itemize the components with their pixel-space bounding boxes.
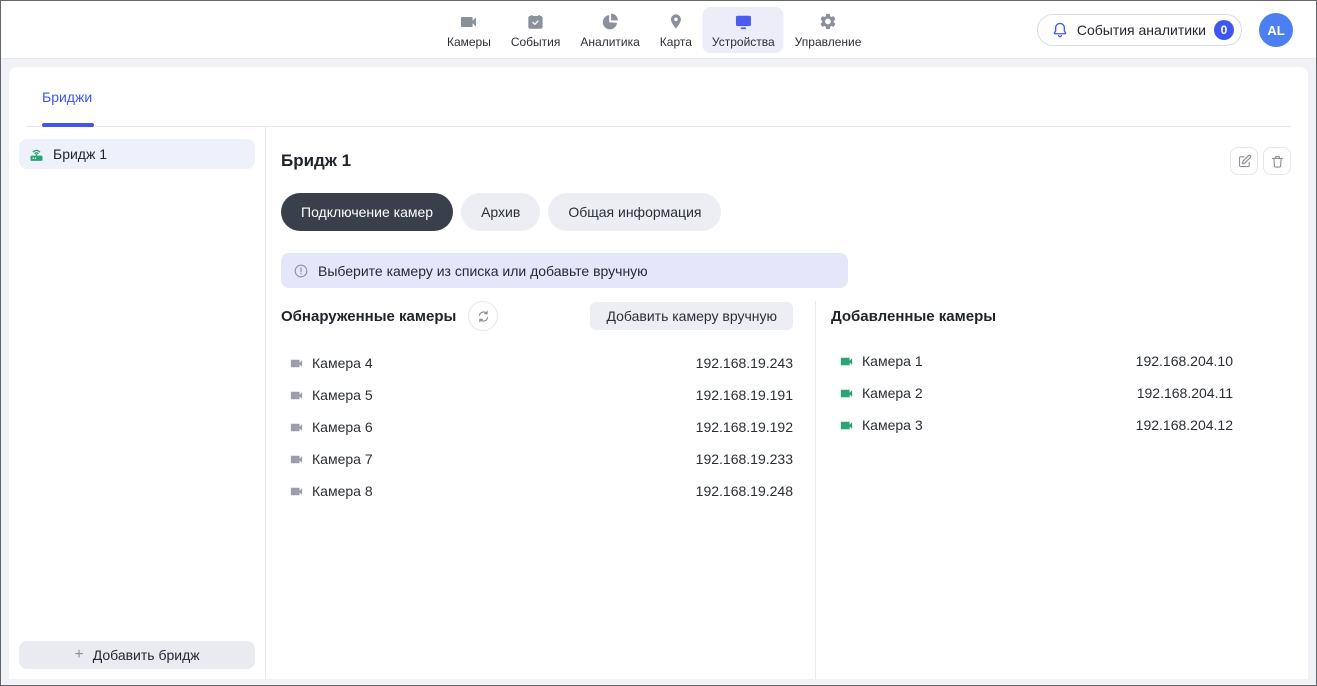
edit-bridge-button[interactable] [1230, 147, 1258, 175]
camera-icon [289, 388, 304, 403]
add-bridge-button[interactable]: + Добавить бридж [19, 641, 255, 669]
camera-row[interactable]: Камера 6 192.168.19.192 [281, 411, 793, 443]
nav-label: Карта [660, 35, 692, 49]
map-pin-icon [667, 12, 684, 32]
pie-chart-icon [601, 12, 620, 32]
edit-icon [1237, 154, 1252, 169]
trash-icon [1270, 154, 1285, 169]
sidebar-item-bridge-1[interactable]: Бридж 1 [19, 139, 255, 169]
analytics-events-button[interactable]: События аналитики 0 [1037, 14, 1242, 46]
add-camera-manually-button[interactable]: Добавить камеру вручную [590, 302, 793, 330]
tab-general-info[interactable]: Общая информация [548, 193, 721, 231]
add-bridge-label: Добавить бридж [93, 647, 200, 663]
camera-name: Камера 2 [862, 385, 923, 401]
top-bar: Камеры События Аналитика Карта Устройств [1, 1, 1316, 59]
camera-name: Камера 1 [862, 353, 923, 369]
camera-icon [289, 484, 304, 499]
tab-archive[interactable]: Архив [461, 193, 540, 231]
videocam-icon [459, 12, 479, 32]
avatar[interactable]: AL [1259, 13, 1293, 47]
tab-camera-connection[interactable]: Подключение камер [281, 193, 453, 231]
gear-icon [819, 12, 838, 32]
camera-row[interactable]: Камера 8 192.168.19.248 [281, 475, 793, 507]
nav-item-management[interactable]: Управление [786, 7, 871, 53]
nav-label: Управление [795, 35, 862, 49]
added-heading: Добавленные камеры [831, 308, 996, 325]
camera-icon [839, 386, 854, 401]
camera-name: Камера 3 [862, 417, 923, 433]
camera-ip: 192.168.19.243 [696, 355, 793, 371]
page-title: Бридж 1 [281, 151, 351, 171]
nav-label: События [511, 35, 561, 49]
info-banner-text: Выберите камеру из списка или добавьте в… [318, 263, 648, 279]
sidebar-item-label: Бридж 1 [53, 146, 107, 162]
nav-item-devices[interactable]: Устройства [703, 7, 784, 53]
info-banner: Выберите камеру из списка или добавьте в… [281, 253, 848, 288]
added-cameras-section: Добавленные камеры Камера 1 192.168.204.… [816, 301, 1291, 679]
camera-name: Камера 8 [312, 483, 373, 499]
added-camera-list: Камера 1 192.168.204.10 Камера 2 192.168… [831, 345, 1233, 441]
title-actions [1230, 147, 1291, 175]
delete-bridge-button[interactable] [1263, 147, 1291, 175]
nav-label: Камеры [447, 35, 491, 49]
main-panel: Бриджи Бридж 1 + Добавить бридж Бридж 1 [9, 67, 1308, 679]
refresh-icon [476, 309, 491, 324]
nav-item-analytics[interactable]: Аналитика [571, 7, 648, 53]
camera-ip: 192.168.19.233 [696, 451, 793, 467]
tab-bridges[interactable]: Бриджи [42, 67, 92, 127]
camera-icon [289, 420, 304, 435]
camera-ip: 192.168.204.12 [1136, 417, 1233, 433]
info-icon [293, 263, 309, 279]
camera-row[interactable]: Камера 4 192.168.19.243 [281, 347, 793, 379]
camera-row[interactable]: Камера 5 192.168.19.191 [281, 379, 793, 411]
camera-name: Камера 4 [312, 355, 373, 371]
camera-ip: 192.168.204.10 [1136, 353, 1233, 369]
camera-icon [839, 354, 854, 369]
nav-item-events[interactable]: События [502, 7, 570, 53]
camera-ip: 192.168.19.192 [696, 419, 793, 435]
nav-item-map[interactable]: Карта [651, 7, 701, 53]
bridge-tabs: Подключение камер Архив Общая информация [281, 193, 1291, 231]
camera-row[interactable]: Камера 7 192.168.19.233 [281, 443, 793, 475]
camera-icon [839, 418, 854, 433]
calendar-check-icon [527, 12, 545, 32]
nav-label: Устройства [712, 35, 775, 49]
bell-icon [1051, 21, 1069, 39]
section-tabs: Бриджи [9, 67, 1308, 127]
camera-name: Камера 6 [312, 419, 373, 435]
events-count-badge: 0 [1214, 20, 1234, 40]
camera-ip: 192.168.19.248 [696, 483, 793, 499]
camera-ip: 192.168.204.11 [1137, 385, 1233, 401]
plus-icon: + [74, 647, 83, 663]
camera-row[interactable]: Камера 2 192.168.204.11 [831, 377, 1233, 409]
discovered-heading: Обнаруженные камеры [281, 308, 456, 325]
bridges-sidebar: Бридж 1 + Добавить бридж [9, 127, 266, 679]
nav-item-cameras[interactable]: Камеры [438, 7, 500, 53]
main-nav: Камеры События Аналитика Карта Устройств [438, 7, 870, 53]
camera-ip: 192.168.19.191 [696, 387, 793, 403]
monitor-icon [733, 12, 753, 32]
nav-label: Аналитика [580, 35, 639, 49]
camera-icon [289, 356, 304, 371]
camera-name: Камера 7 [312, 451, 373, 467]
refresh-button[interactable] [468, 301, 498, 331]
camera-icon [289, 452, 304, 467]
analytics-events-label: События аналитики [1077, 22, 1206, 38]
discovered-camera-list: Камера 4 192.168.19.243 Камера 5 192.168… [281, 347, 793, 507]
camera-row[interactable]: Камера 1 192.168.204.10 [831, 345, 1233, 377]
bridge-detail: Бридж 1 Подключение камер [266, 127, 1308, 679]
camera-row[interactable]: Камера 3 192.168.204.12 [831, 409, 1233, 441]
discovered-cameras-section: Обнаруженные камеры Добавить камеру вруч… [281, 301, 815, 679]
bridge-router-icon [28, 146, 45, 163]
camera-name: Камера 5 [312, 387, 373, 403]
